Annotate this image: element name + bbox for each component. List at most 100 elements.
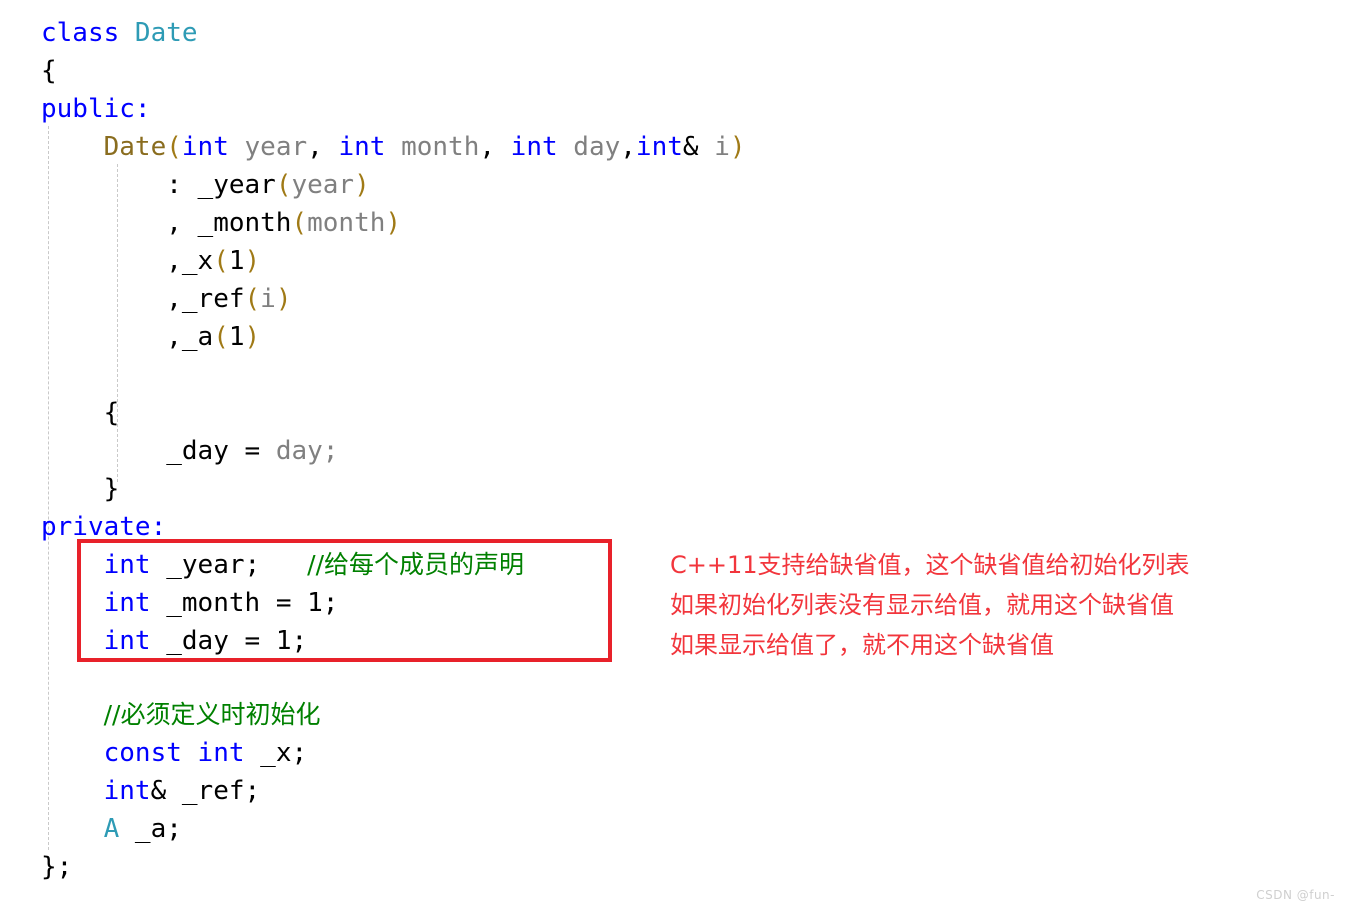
code-line-19: //必须定义时初始化 bbox=[41, 696, 321, 734]
indent-17 bbox=[41, 626, 104, 656]
comma-1: , bbox=[307, 132, 339, 162]
annotation-block: C++11支持给缺省值，这个缺省值给初始化列表 如果初始化列表没有显示给值，就用… bbox=[670, 545, 1210, 665]
paren-close-7: ) bbox=[244, 246, 261, 276]
code-line-13: } bbox=[41, 470, 120, 508]
param-day: day bbox=[557, 132, 621, 162]
init-member-ref: ,_ref bbox=[166, 284, 245, 314]
member-decl-ref: & _ref; bbox=[150, 776, 261, 806]
code-line-5: : _year(year) bbox=[41, 166, 370, 204]
keyword-int-ref: int bbox=[103, 776, 151, 806]
code-line-6: , _month(month) bbox=[41, 204, 401, 242]
annotation-line-3: 如果显示给值了，就不用这个缺省值 bbox=[670, 631, 1054, 659]
keyword-int-year: int bbox=[103, 550, 151, 580]
open-brace-class: { bbox=[41, 56, 57, 86]
paren-open-8: ( bbox=[244, 284, 261, 314]
init-arg-x: 1 bbox=[228, 246, 245, 276]
keyword-int-2: int bbox=[338, 132, 386, 162]
init-member-year: : _year bbox=[166, 170, 276, 200]
paren-open-4: ( bbox=[166, 132, 182, 162]
code-line-12: _day = day; bbox=[41, 432, 338, 470]
indent-15 bbox=[41, 550, 104, 580]
init-arg-year: year bbox=[291, 170, 355, 200]
member-decl-day: _day = 1; bbox=[150, 626, 308, 656]
paren-close-6: ) bbox=[385, 208, 402, 238]
param-year: year bbox=[228, 132, 308, 162]
param-i: i bbox=[714, 132, 730, 162]
type-name-date: Date bbox=[134, 18, 198, 48]
code-line-1: class Date bbox=[41, 14, 198, 52]
code-line-11: { bbox=[41, 394, 120, 432]
indent-21 bbox=[41, 776, 104, 806]
keyword-int-4: int bbox=[635, 132, 683, 162]
code-line-4: Date(int year, int month, int day,int& i… bbox=[41, 128, 746, 166]
code-line-8: ,_ref(i) bbox=[41, 280, 291, 318]
member-decl-x: _x; bbox=[244, 738, 308, 768]
paren-close-4: ) bbox=[729, 132, 746, 162]
keyword-const-int: const int bbox=[103, 738, 245, 768]
paren-close-8: ) bbox=[275, 284, 292, 314]
member-decl-a: _a; bbox=[119, 814, 182, 844]
code-line-14: private: bbox=[41, 508, 166, 546]
indent-12 bbox=[41, 436, 166, 466]
assign-rhs-day: day bbox=[275, 436, 323, 466]
indent-19 bbox=[41, 700, 104, 730]
inline-comment-member-declaration: //给每个成员的声明 bbox=[307, 550, 524, 579]
param-month: month bbox=[385, 132, 480, 162]
comma-2: , bbox=[479, 132, 511, 162]
init-member-x: ,_x bbox=[166, 246, 214, 276]
indent-4 bbox=[41, 132, 104, 162]
init-arg-month: month bbox=[307, 208, 386, 238]
annotation-line-2: 如果初始化列表没有显示给值，就用这个缺省值 bbox=[670, 591, 1174, 619]
keyword-int-day: int bbox=[103, 626, 151, 656]
code-line-16: int _month = 1; bbox=[41, 584, 339, 622]
init-arg-a: 1 bbox=[228, 322, 245, 352]
member-decl-year: _year; bbox=[150, 550, 308, 580]
keyword-int-3: int bbox=[510, 132, 558, 162]
indent-7 bbox=[41, 246, 166, 276]
code-line-22: A _a; bbox=[41, 810, 182, 848]
paren-open-7: ( bbox=[213, 246, 229, 276]
paren-open-9: ( bbox=[213, 322, 229, 352]
indent-16 bbox=[41, 588, 104, 618]
code-line-2: { bbox=[41, 52, 57, 90]
member-decl-month: _month = 1; bbox=[150, 588, 339, 618]
indent-20 bbox=[41, 738, 104, 768]
code-line-23: }; bbox=[41, 848, 72, 886]
comma-3: , bbox=[620, 132, 636, 162]
indent-9 bbox=[41, 322, 166, 352]
type-name-a: A bbox=[103, 814, 120, 844]
keyword-int-1: int bbox=[181, 132, 229, 162]
semicolon-12: ; bbox=[322, 436, 339, 466]
ampersand-ref: & bbox=[682, 132, 715, 162]
code-editor-canvas: class Date { public: Date(int year, int … bbox=[0, 0, 1349, 910]
ctor-body-close-brace: } bbox=[41, 474, 120, 504]
ctor-body-open-brace: { bbox=[41, 398, 120, 428]
assign-lhs-day: _day = bbox=[166, 436, 276, 466]
code-line-15: int _year; //给每个成员的声明 bbox=[41, 546, 524, 584]
access-specifier-public: public: bbox=[41, 94, 151, 124]
keyword-class: class bbox=[41, 18, 135, 48]
init-member-month: , _month bbox=[166, 208, 292, 238]
code-line-3: public: bbox=[41, 90, 151, 128]
indent-22 bbox=[41, 814, 104, 844]
code-line-20: const int _x; bbox=[41, 734, 308, 772]
code-line-21: int& _ref; bbox=[41, 772, 261, 810]
code-line-9: ,_a(1) bbox=[41, 318, 260, 356]
access-specifier-private: private: bbox=[41, 512, 167, 542]
indent-8 bbox=[41, 284, 166, 314]
paren-close-9: ) bbox=[244, 322, 261, 352]
constructor-name: Date bbox=[103, 132, 167, 162]
code-line-17: int _day = 1; bbox=[41, 622, 308, 660]
init-member-a: ,_a bbox=[166, 322, 214, 352]
code-line-7: ,_x(1) bbox=[41, 242, 260, 280]
watermark-csdn: CSDN @fun- bbox=[1256, 888, 1335, 902]
indent-6 bbox=[41, 208, 166, 238]
keyword-int-month: int bbox=[103, 588, 151, 618]
indent-5 bbox=[41, 170, 166, 200]
annotation-line-1: C++11支持给缺省值，这个缺省值给初始化列表 bbox=[670, 551, 1190, 579]
init-arg-i: i bbox=[260, 284, 276, 314]
paren-open-6: ( bbox=[291, 208, 308, 238]
paren-close-5: ) bbox=[354, 170, 370, 200]
class-close-brace: }; bbox=[41, 852, 73, 882]
paren-open-5: ( bbox=[275, 170, 292, 200]
